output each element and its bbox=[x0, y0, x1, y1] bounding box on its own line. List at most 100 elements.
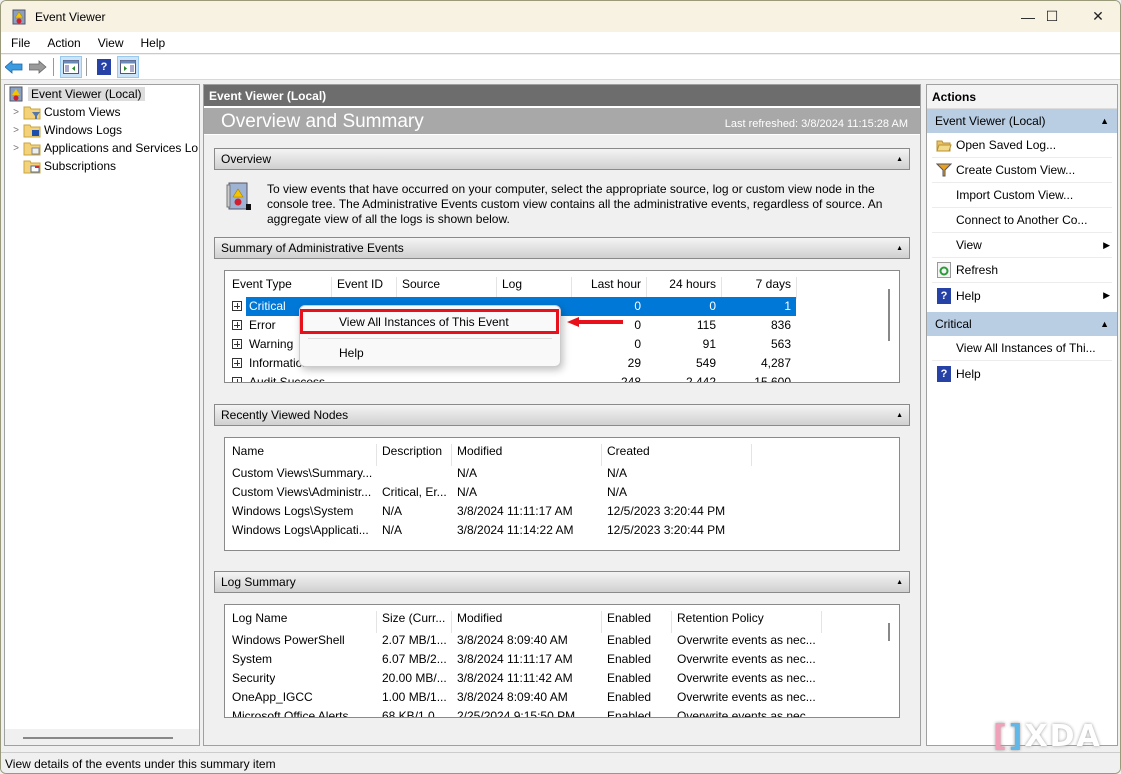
chevron-right-icon[interactable]: > bbox=[9, 107, 23, 118]
column-header[interactable]: Log Name bbox=[232, 609, 287, 628]
help-button[interactable]: ? bbox=[93, 56, 115, 78]
expand-icon[interactable] bbox=[232, 354, 245, 373]
tree-item-label: Event Viewer (Local) bbox=[28, 87, 145, 101]
action-import-custom-view[interactable]: Import Custom View... bbox=[932, 183, 1112, 208]
action-connect-another-computer[interactable]: Connect to Another Co... bbox=[932, 208, 1112, 233]
menu-help[interactable]: Help bbox=[131, 36, 173, 50]
column-header[interactable]: Source bbox=[402, 275, 440, 294]
chevron-right-icon[interactable]: > bbox=[9, 125, 23, 136]
table-row[interactable]: Security 20.00 MB/... 3/8/2024 11:11:42 AM… bbox=[225, 669, 899, 688]
toolbar-separator bbox=[86, 58, 87, 76]
collapse-caret-icon[interactable]: ▲ bbox=[1100, 319, 1109, 329]
table-row[interactable]: Custom Views\Administr... Critical, Er...… bbox=[225, 483, 899, 502]
last-hour-cell: 0 bbox=[634, 337, 641, 351]
show-hide-action-pane-button[interactable] bbox=[117, 56, 139, 78]
action-label: Create Custom View... bbox=[956, 163, 1076, 177]
name-cell: Windows Logs\Applicati... bbox=[232, 523, 369, 537]
table-row[interactable]: OneApp_IGCC 1.00 MB/1... 3/8/2024 8:09:40 … bbox=[225, 688, 899, 707]
vertical-scrollbar[interactable] bbox=[888, 623, 890, 641]
chevron-right-icon[interactable]: > bbox=[9, 143, 23, 154]
tree-item-windows-logs[interactable]: > Windows Logs bbox=[5, 121, 199, 139]
table-row[interactable]: Microsoft Office Alerts 68 KB/1.0... 2/25/… bbox=[225, 707, 899, 718]
folder-open-icon bbox=[936, 140, 952, 152]
retention-policy-cell: Overwrite events as nec... bbox=[677, 652, 816, 666]
menu-action[interactable]: Action bbox=[37, 36, 87, 50]
table-row[interactable]: Windows Logs\System N/A 3/8/2024 11:11:17 … bbox=[225, 502, 899, 521]
menu-file[interactable]: File bbox=[1, 36, 37, 50]
collapse-caret-icon[interactable]: ▲ bbox=[896, 245, 903, 252]
collapse-caret-icon[interactable]: ▲ bbox=[896, 579, 903, 586]
column-header[interactable]: Last hour bbox=[571, 275, 641, 294]
context-menu-help[interactable]: Help bbox=[300, 342, 560, 364]
column-header[interactable]: 7 days bbox=[721, 275, 791, 294]
log-name-cell: Security bbox=[232, 671, 276, 685]
log-name-cell: OneApp_IGCC bbox=[232, 690, 313, 704]
menu-view[interactable]: View bbox=[88, 36, 131, 50]
column-header[interactable]: Size (Curr... bbox=[382, 609, 445, 628]
table-row[interactable]: System 6.07 MB/2... 3/8/2024 11:11:17 AM En… bbox=[225, 650, 899, 669]
column-header[interactable]: Modified bbox=[457, 442, 502, 461]
action-open-saved-log[interactable]: Open Saved Log... bbox=[932, 133, 1112, 158]
tree-item-applications-services[interactable]: > Applications and Services Lo bbox=[5, 139, 199, 157]
column-header[interactable]: Modified bbox=[457, 609, 502, 628]
tree-item-subscriptions[interactable]: Subscriptions bbox=[5, 157, 199, 175]
vertical-scrollbar[interactable] bbox=[888, 289, 890, 341]
table-row[interactable]: Windows PowerShell 2.07 MB/1... 3/8/2024 8… bbox=[225, 631, 899, 650]
expand-icon[interactable] bbox=[232, 316, 245, 335]
table-row[interactable]: Custom Views\Summary... N/A N/A bbox=[225, 464, 899, 483]
table-row[interactable]: Audit Success 248 2,442 15,600 bbox=[225, 373, 899, 383]
action-help[interactable]: ? Help ▶ bbox=[932, 283, 1112, 308]
section-header-log-summary[interactable]: Log Summary ▲ bbox=[214, 571, 910, 593]
24-hours-cell: 2,442 bbox=[685, 375, 716, 383]
section-header-overview[interactable]: Overview ▲ bbox=[214, 148, 910, 170]
action-view-all-instances[interactable]: View All Instances of Thi... bbox=[932, 336, 1112, 361]
collapse-caret-icon[interactable]: ▲ bbox=[896, 156, 903, 163]
back-button[interactable] bbox=[3, 56, 25, 78]
column-header[interactable]: Created bbox=[607, 442, 650, 461]
action-create-custom-view[interactable]: Create Custom View... bbox=[932, 158, 1112, 183]
enabled-cell: Enabled bbox=[607, 633, 652, 647]
show-hide-console-tree-button[interactable] bbox=[60, 56, 82, 78]
actions-group-critical[interactable]: Critical ▲ bbox=[927, 312, 1117, 336]
menu-bar: File Action View Help bbox=[1, 32, 1120, 54]
section-header-summary[interactable]: Summary of Administrative Events ▲ bbox=[214, 237, 910, 259]
tree-item-event-viewer-local[interactable]: Event Viewer (Local) bbox=[5, 85, 199, 103]
close-button[interactable]: ✕ bbox=[1075, 1, 1120, 32]
retention-policy-cell: Overwrite events as nec... bbox=[677, 690, 816, 704]
expand-icon[interactable] bbox=[232, 335, 245, 354]
column-header[interactable]: Description bbox=[382, 442, 442, 461]
action-refresh[interactable]: Refresh bbox=[932, 258, 1112, 283]
action-view[interactable]: View ▶ bbox=[932, 233, 1112, 258]
column-header[interactable]: Retention Policy bbox=[677, 609, 764, 628]
log-name-cell: Windows PowerShell bbox=[232, 633, 345, 647]
modified-cell: N/A bbox=[457, 485, 478, 499]
collapse-caret-icon[interactable]: ▲ bbox=[1100, 116, 1109, 126]
enabled-cell: Enabled bbox=[607, 709, 652, 718]
expand-icon[interactable] bbox=[232, 373, 245, 382]
collapse-caret-icon[interactable]: ▲ bbox=[896, 412, 903, 419]
column-header[interactable]: Name bbox=[232, 442, 264, 461]
column-header[interactable]: 24 hours bbox=[646, 275, 716, 294]
column-header[interactable]: Log bbox=[502, 275, 522, 294]
description-cell: N/A bbox=[382, 523, 403, 537]
tree-item-custom-views[interactable]: > Custom Views bbox=[5, 103, 199, 121]
action-help-critical[interactable]: ? Help bbox=[932, 361, 1112, 386]
created-cell: N/A bbox=[607, 466, 628, 480]
enabled-cell: Enabled bbox=[607, 671, 652, 685]
expand-icon[interactable] bbox=[232, 297, 245, 316]
actions-group-event-viewer-local[interactable]: Event Viewer (Local) ▲ bbox=[927, 109, 1117, 133]
maximize-button[interactable]: ☐ bbox=[1029, 1, 1075, 32]
horizontal-scrollbar-thumb[interactable] bbox=[23, 737, 173, 739]
modified-cell: 3/8/2024 11:11:17 AM bbox=[457, 504, 573, 518]
column-header[interactable]: Event Type bbox=[232, 275, 292, 294]
column-header[interactable]: Enabled bbox=[607, 609, 651, 628]
help-icon: ? bbox=[937, 287, 951, 304]
section-header-recent[interactable]: Recently Viewed Nodes ▲ bbox=[214, 404, 910, 426]
forward-button[interactable] bbox=[27, 56, 49, 78]
column-header[interactable]: Event ID bbox=[337, 275, 383, 294]
modified-cell: 3/8/2024 8:09:40 AM bbox=[457, 690, 568, 704]
action-label: Connect to Another Co... bbox=[956, 213, 1088, 227]
folder-subscriptions-icon bbox=[23, 160, 41, 174]
table-row[interactable]: Windows Logs\Applicati... N/A 3/8/2024 11:… bbox=[225, 521, 899, 540]
show-hide-console-tree-icon bbox=[63, 60, 79, 74]
